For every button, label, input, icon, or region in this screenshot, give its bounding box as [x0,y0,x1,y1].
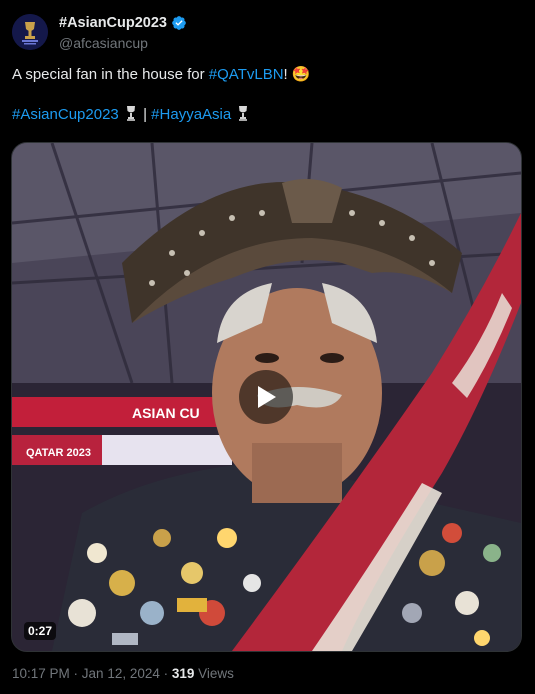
views-label: Views [194,666,234,681]
tweet-time[interactable]: 10:17 PM [12,666,70,681]
hashtag-qatvlbn[interactable]: #QATvLBN [209,66,284,83]
author-handle[interactable]: @afcasiancup [59,34,187,52]
tweet-text: A special fan in the house for #QATvLBN!… [12,65,522,125]
star-struck-emoji-icon: 🤩 [291,66,311,83]
video-duration: 0:27 [24,622,57,640]
tweet-text-suffix: ! [283,66,288,83]
verified-badge-icon [172,16,186,30]
hashtag-asiancup2023[interactable]: #AsianCup2023 [12,106,119,123]
afc-asian-cup-logo-icon [12,14,48,50]
avatar[interactable] [12,14,48,50]
views-count[interactable]: 319 [172,666,195,681]
video-player[interactable]: ASIAN CU QATAR 2023 0:27 [11,142,522,652]
trophy-icon [239,106,248,121]
play-icon [258,386,276,408]
banner-text-qatar: QATAR 2023 [26,447,91,459]
tweet-header: #AsianCup2023 @afcasiancup [12,14,187,52]
play-button[interactable] [239,370,293,424]
tweet-meta: 10:17 PM · Jan 12, 2024 · 319 Views [12,666,234,681]
meta-separator: · [69,666,82,681]
tweet-date[interactable]: Jan 12, 2024 [82,666,160,681]
tweet-text-body: A special fan in the house for [12,66,209,83]
banner-text-asian-cup: ASIAN CU [132,405,200,421]
author-display-name[interactable]: #AsianCup2023 [59,14,167,32]
trophy-icon [126,106,135,121]
hashtag-separator: | [138,106,152,123]
meta-separator-2: · [159,666,172,681]
hashtag-hayyaasia[interactable]: #HayyaAsia [151,106,231,123]
tweet-line-2: #AsianCup2023 | #HayyaAsia [12,105,522,125]
tweet-line-1: A special fan in the house for #QATvLBN!… [12,65,522,85]
